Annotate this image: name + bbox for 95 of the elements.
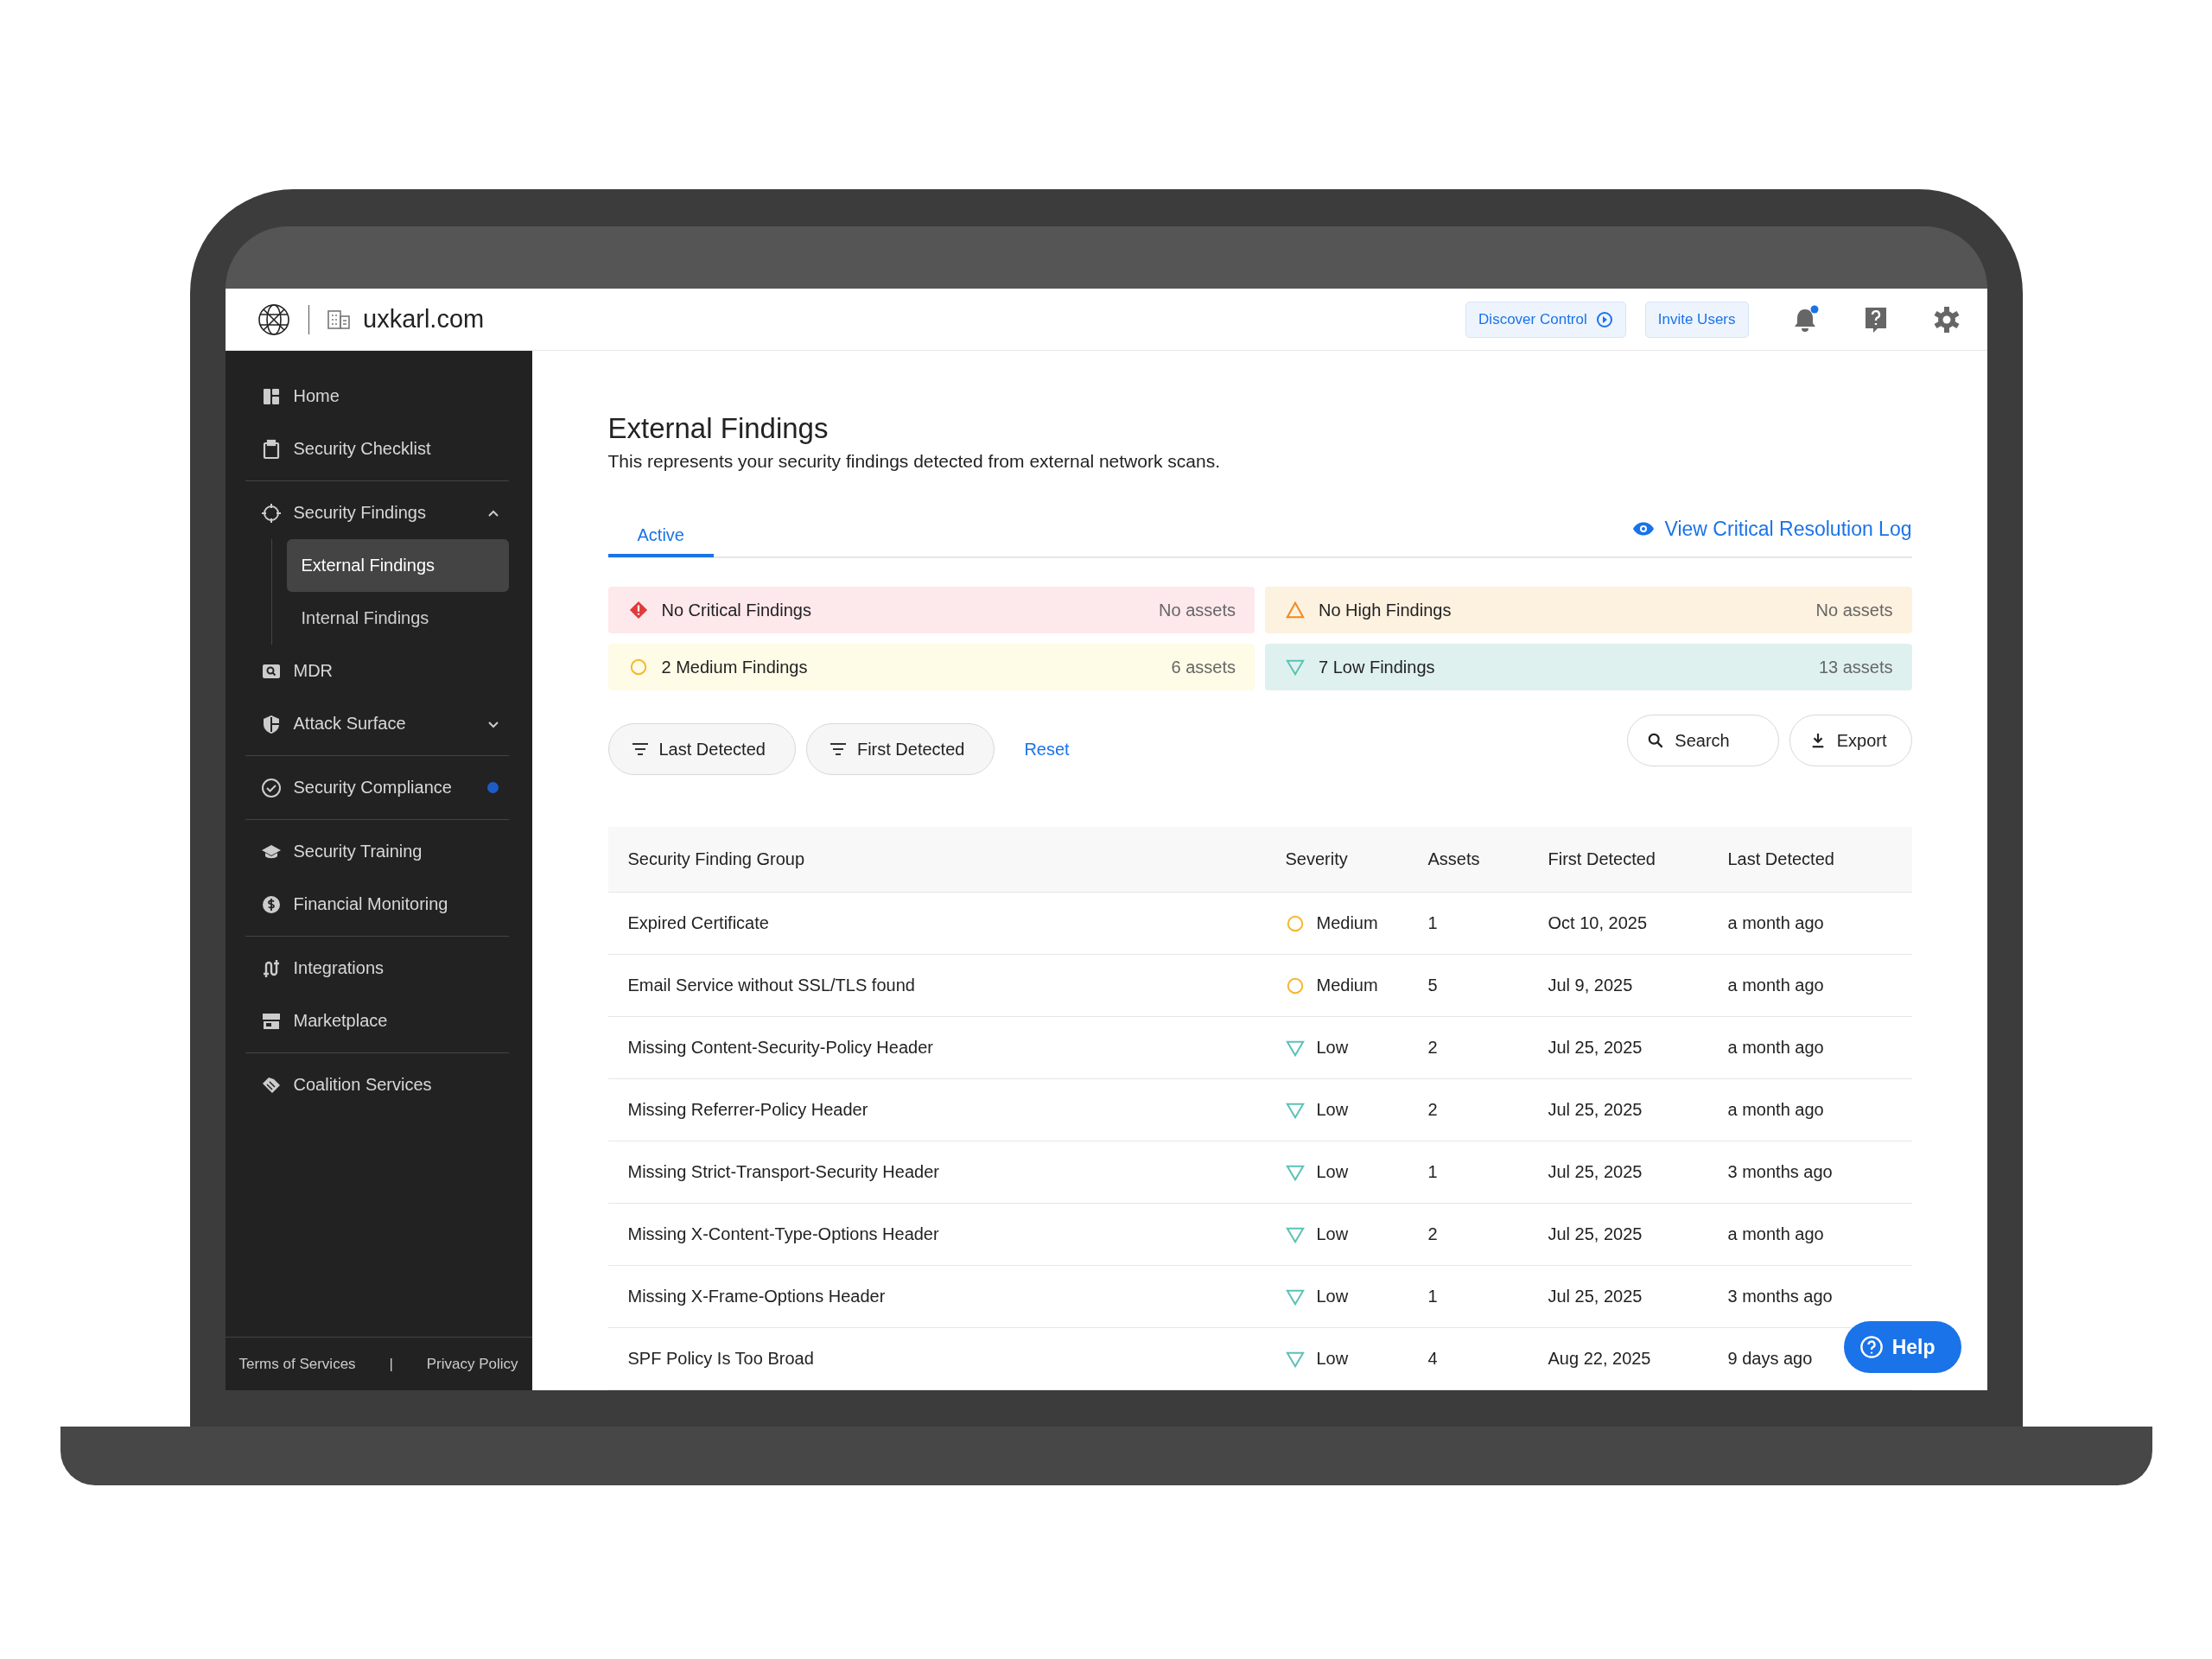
sidebar-subitem[interactable]: External Findings	[286, 539, 509, 592]
circle-icon	[1285, 913, 1305, 933]
sidebar-item[interactable]: Home	[245, 370, 509, 423]
table-cell-text: 5	[1427, 976, 1439, 995]
table-cell-text: Jul 25, 2025	[1548, 1100, 1643, 1120]
summary-card[interactable]: No High Findings No assets	[1265, 587, 1912, 633]
header-button[interactable]: Discover Control	[1465, 301, 1626, 338]
sidebar-item[interactable]: Attack Surface	[245, 697, 509, 750]
page-title: External Findings	[607, 411, 830, 446]
table-cell-text: a month ago	[1727, 913, 1825, 933]
table-cell-text: Jul 25, 2025	[1548, 1224, 1643, 1244]
triangle-icon	[1286, 601, 1305, 620]
table-cell-text: Missing Referrer-Policy Header	[626, 1100, 869, 1120]
footer-separator: |	[389, 1355, 393, 1373]
severity-label: Low	[1316, 1038, 1349, 1058]
crosshair-icon	[260, 502, 282, 524]
resolution-log-link[interactable]: View Critical Resolution Log	[1631, 517, 1912, 551]
table-cell-text: Expired Certificate	[626, 913, 770, 933]
building-icon	[327, 308, 351, 330]
dollar-icon	[260, 893, 282, 915]
table-cell-text: 1	[1427, 913, 1439, 933]
table-cell-text: a month ago	[1727, 976, 1825, 995]
sidebar-item[interactable]: Security Compliance	[245, 761, 509, 814]
down-triangle-icon	[1286, 658, 1305, 677]
severity-label: Low	[1316, 1162, 1349, 1182]
globe-logo-icon	[256, 302, 291, 337]
filter-button[interactable]: First Detected	[805, 723, 995, 775]
circle-icon	[1285, 976, 1305, 995]
table-cell-text: Email Service without SSL/TLS found	[626, 976, 916, 995]
table-cell-text: Jul 25, 2025	[1548, 1038, 1643, 1058]
sidebar-item[interactable]: Coalition Services	[245, 1058, 509, 1111]
table-cell-text: 4	[1427, 1349, 1439, 1369]
severity-label: Low	[1316, 1287, 1349, 1306]
circle-icon	[628, 658, 648, 677]
table-cell-text: Jul 25, 2025	[1548, 1287, 1643, 1306]
table-cell-text: Oct 10, 2025	[1548, 913, 1649, 933]
column-header[interactable]: Security Finding Group	[607, 849, 1286, 869]
table-cell-text: 1	[1427, 1287, 1439, 1306]
sidebar-item[interactable]: Security Training	[245, 825, 509, 878]
table-cell-text: a month ago	[1727, 1100, 1825, 1120]
diamond-icon	[628, 601, 648, 620]
table-cell-text: a month ago	[1727, 1224, 1825, 1244]
column-header[interactable]: First Detected	[1548, 849, 1728, 869]
filter-icon	[631, 741, 649, 757]
table-cell-text: 9 days ago	[1727, 1349, 1814, 1369]
play-icon	[1595, 310, 1613, 328]
search-icon	[1647, 733, 1665, 748]
sidebar-subitem[interactable]: Internal Findings	[286, 592, 509, 645]
sidebar-item[interactable]: Security Findings	[245, 486, 509, 539]
tab[interactable]: Active	[607, 512, 714, 558]
sidebar-item[interactable]: Security Checklist	[245, 423, 509, 475]
table-cell-text: SPF Policy Is Too Broad	[626, 1349, 815, 1369]
help-button[interactable]: Help	[1843, 1321, 1961, 1373]
table-cell-text: Jul 9, 2025	[1548, 976, 1634, 995]
summary-card[interactable]: 7 Low Findings 13 assets	[1265, 644, 1912, 690]
table-cell-text: Jul 25, 2025	[1548, 1162, 1643, 1182]
severity-label: Medium	[1316, 976, 1378, 995]
filter-button[interactable]: Last Detected	[607, 723, 796, 775]
page-subtitle: This represents your security findings detected from external network scans.	[607, 451, 1221, 472]
column-header[interactable]: Last Detected	[1727, 849, 1912, 869]
table-cell-text: 2	[1427, 1100, 1439, 1120]
header-button[interactable]: Invite Users	[1644, 301, 1749, 338]
summary-card[interactable]: 2 Medium Findings 6 assets	[607, 644, 1255, 690]
table-cell-text: Missing Strict-Transport-Security Header	[626, 1162, 940, 1182]
check-icon	[260, 777, 282, 798]
severity-label: Low	[1316, 1224, 1349, 1244]
table-cell-text: Aug 22, 2025	[1548, 1349, 1652, 1369]
help-icon	[1859, 1335, 1884, 1359]
column-header[interactable]: Assets	[1427, 849, 1548, 869]
sidebar-item[interactable]: MDR	[245, 645, 509, 697]
eye-icon	[1631, 521, 1655, 537]
table-cell-text: Missing X-Content-Type-Options Header	[626, 1224, 940, 1244]
export-button[interactable]: Export	[1789, 715, 1912, 766]
sidebar-item[interactable]: Financial Monitoring	[245, 878, 509, 931]
reset-link[interactable]: Reset	[1024, 740, 1070, 775]
domain-name: uxkarl.com	[363, 305, 485, 334]
footer-link[interactable]: Terms of Services	[238, 1355, 356, 1373]
column-header[interactable]: Severity	[1285, 849, 1428, 869]
table-cell-text: a month ago	[1727, 1038, 1825, 1058]
table-cell-text: 3 months ago	[1727, 1162, 1834, 1182]
severity-label: Low	[1316, 1100, 1349, 1120]
table-cell-text: 2	[1427, 1038, 1439, 1058]
table-cell-text: 1	[1427, 1162, 1439, 1182]
severity-label: Low	[1316, 1349, 1349, 1369]
table-cell-text: Missing X-Frame-Options Header	[626, 1287, 887, 1306]
severity-label: Medium	[1316, 913, 1378, 933]
sidebar-item[interactable]: Integrations	[245, 942, 509, 995]
footer-link[interactable]: Privacy Policy	[426, 1355, 518, 1373]
table-cell-text: 3 months ago	[1727, 1287, 1834, 1306]
search-button[interactable]: Search	[1627, 715, 1779, 766]
summary-card[interactable]: No Critical Findings No assets	[607, 587, 1255, 633]
table-cell-text: Missing Content-Security-Policy Header	[626, 1038, 934, 1058]
sidebar-item[interactable]: Marketplace	[245, 995, 509, 1047]
filter-icon	[829, 741, 847, 757]
table-cell-text: 2	[1427, 1224, 1439, 1244]
